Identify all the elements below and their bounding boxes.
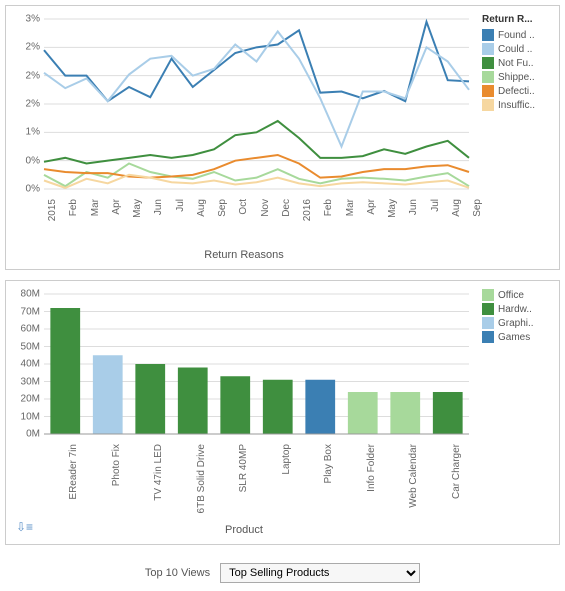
legend-item[interactable]: Insuffic..	[482, 99, 544, 111]
line-plot	[14, 14, 474, 194]
product-bar-chart: 0M10M20M30M40M50M60M70M80M EReader 7inPh…	[5, 280, 560, 545]
top10-label: Top 10 Views	[145, 567, 210, 579]
bar-x-axis: EReader 7inPhoto FixTV 47in LED6TB Solid…	[14, 442, 474, 522]
line-x-axis: 2015FebMarAprMayJunJulAugSepOctNovDec201…	[14, 197, 474, 247]
line-x-label: Return Reasons	[14, 249, 474, 261]
bar-legend: Office Hardw.. Graphi.. Games	[474, 289, 544, 536]
top10-select[interactable]: Top Selling Products	[220, 563, 420, 583]
legend-item[interactable]: Games	[482, 331, 544, 343]
legend-item[interactable]: Found ..	[482, 29, 544, 41]
legend-item[interactable]: Defecti..	[482, 85, 544, 97]
download-icon[interactable]: ⇩≡	[16, 520, 33, 534]
legend-item[interactable]: Hardw..	[482, 303, 544, 315]
legend-item[interactable]: Could ..	[482, 43, 544, 55]
bar-x-label: Product	[14, 524, 474, 536]
line-legend: Return R... Found .. Could .. Not Fu.. Ship…	[474, 14, 544, 261]
legend-item[interactable]: Shippe..	[482, 71, 544, 83]
bar-plot	[14, 289, 474, 439]
legend-item[interactable]: Not Fu..	[482, 57, 544, 69]
line-legend-title: Return R...	[482, 14, 544, 25]
footer: Top 10 Views Top Selling Products	[0, 555, 565, 591]
legend-item[interactable]: Graphi..	[482, 317, 544, 329]
legend-item[interactable]: Office	[482, 289, 544, 301]
return-reasons-chart: 0%0%1%2%2%2%3% 2015FebMarAprMayJunJulAug…	[5, 5, 560, 270]
